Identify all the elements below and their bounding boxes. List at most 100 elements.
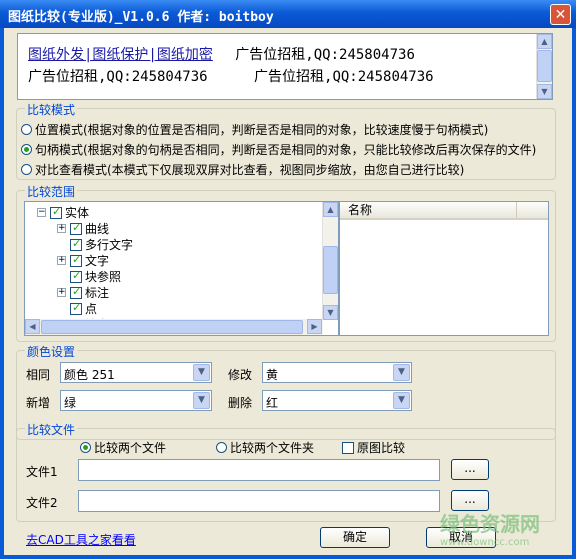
chevron-down-icon[interactable]: ▼ bbox=[193, 364, 210, 381]
file1-input[interactable] bbox=[78, 459, 440, 481]
delete-color-value: 红 bbox=[266, 396, 279, 410]
tree-vscrollbar[interactable]: ▲ ▼ bbox=[322, 202, 338, 320]
radio-two-folders[interactable] bbox=[216, 442, 227, 453]
chevron-down-icon[interactable]: ▼ bbox=[193, 392, 210, 409]
delete-label: 删除 bbox=[228, 396, 253, 410]
window-title: 图纸比较(专业版)_V1.0.6 作者: boitboy bbox=[8, 10, 274, 25]
mode-handle-label: 句柄模式(根据对象的句柄是否相同，判断是否是相同的对象，只能比较修改后再次保存的… bbox=[35, 143, 537, 157]
tree-node-label: 曲线 bbox=[85, 222, 110, 236]
tree-node-label: 块参照 bbox=[85, 270, 122, 284]
tree-node-label: 多行文字 bbox=[85, 238, 134, 252]
scroll-left-icon[interactable]: ◀ bbox=[25, 319, 40, 334]
radio-handle[interactable] bbox=[21, 144, 32, 155]
entity-tree[interactable]: − 实体 + 曲线 多行文字 + 文字 块参照 bbox=[24, 201, 339, 336]
scroll-thumb[interactable] bbox=[537, 50, 552, 82]
collapse-icon[interactable]: − bbox=[37, 208, 46, 217]
add-color-select[interactable]: 绿 ▼ bbox=[60, 390, 212, 411]
mode-position-option[interactable]: 位置模式(根据对象的位置是否相同，判断是否是相同的对象，比较速度慢于句柄模式) bbox=[21, 121, 488, 138]
tree-node-label: 点 bbox=[85, 302, 98, 316]
chevron-down-icon[interactable]: ▼ bbox=[393, 392, 410, 409]
mode-view-option[interactable]: 对比查看模式(本模式下仅展现双屏对比查看，视图同步缩放，由您自己进行比较) bbox=[21, 161, 464, 178]
expand-icon[interactable]: + bbox=[57, 224, 66, 233]
file1-label: 文件1 bbox=[26, 465, 58, 479]
two-folders-label: 比较两个文件夹 bbox=[230, 441, 315, 455]
tree-node-label: 文字 bbox=[85, 254, 110, 268]
scroll-down-icon[interactable]: ▼ bbox=[323, 305, 338, 320]
expand-icon[interactable]: + bbox=[57, 288, 66, 297]
title-bar[interactable]: 图纸比较(专业版)_V1.0.6 作者: boitboy ✕ bbox=[0, 0, 576, 28]
ad-scrollbar[interactable]: ▲ ▼ bbox=[536, 34, 552, 99]
tree-node-text[interactable]: + 文字 bbox=[57, 252, 109, 269]
watermark-line-1: 绿色资源网 bbox=[440, 512, 540, 536]
ad-text-2: 广告位招租,QQ:245804736 bbox=[28, 69, 208, 85]
checkbox-text[interactable] bbox=[70, 253, 82, 267]
checkbox-point[interactable] bbox=[70, 301, 82, 315]
radio-two-files[interactable] bbox=[80, 442, 91, 453]
name-list[interactable]: 名称 bbox=[339, 201, 549, 336]
file1-browse-button[interactable]: ... bbox=[451, 459, 489, 480]
main-window: 图纸比较(专业版)_V1.0.6 作者: boitboy ✕ 图纸外发|图纸保护… bbox=[0, 0, 576, 559]
mode-handle-option[interactable]: 句柄模式(根据对象的句柄是否相同，判断是否是相同的对象，只能比较修改后再次保存的… bbox=[21, 141, 536, 158]
modify-label: 修改 bbox=[228, 368, 253, 382]
tree-node-mtext[interactable]: 多行文字 bbox=[70, 236, 133, 253]
checkbox-curve[interactable] bbox=[70, 221, 82, 235]
add-color-value: 绿 bbox=[64, 396, 77, 410]
scroll-thumb[interactable] bbox=[323, 246, 338, 294]
checkbox-blockref[interactable] bbox=[70, 269, 82, 283]
original-compare-option[interactable]: 原图比较 bbox=[342, 439, 405, 456]
compare-range-title: 比较范围 bbox=[25, 183, 78, 200]
compare-files-title: 比较文件 bbox=[25, 421, 78, 438]
close-button[interactable]: ✕ bbox=[550, 4, 571, 25]
delete-color-select[interactable]: 红 ▼ bbox=[262, 390, 412, 411]
modify-color-select[interactable]: 黄 ▼ bbox=[262, 362, 412, 383]
same-color-select[interactable]: 颜色 251 ▼ bbox=[60, 362, 212, 383]
same-label: 相同 bbox=[26, 368, 51, 382]
ad-text-1: 广告位招租,QQ:245804736 bbox=[235, 47, 415, 63]
file2-input[interactable] bbox=[78, 490, 440, 512]
checkbox-mtext[interactable] bbox=[70, 237, 82, 251]
tree-node-point[interactable]: 点 bbox=[70, 300, 97, 317]
scroll-thumb[interactable] bbox=[41, 320, 303, 334]
file2-label: 文件2 bbox=[26, 496, 58, 510]
original-compare-label: 原图比较 bbox=[357, 441, 406, 455]
scroll-up-icon[interactable]: ▲ bbox=[323, 202, 338, 217]
tree-node-label: 实体 bbox=[65, 206, 90, 220]
column-name[interactable]: 名称 bbox=[340, 202, 517, 218]
checkbox-dimension[interactable] bbox=[70, 285, 82, 299]
two-folders-option[interactable]: 比较两个文件夹 bbox=[216, 439, 314, 456]
mode-position-label: 位置模式(根据对象的位置是否相同，判断是否是相同的对象，比较速度慢于句柄模式) bbox=[35, 123, 489, 137]
watermark-line-2: www.downcc.com bbox=[440, 537, 530, 548]
cad-tools-link[interactable]: 去CAD工具之家看看 bbox=[26, 531, 136, 548]
ad-box: 图纸外发|图纸保护|图纸加密 广告位招租,QQ:245804736 广告位招租,… bbox=[17, 33, 553, 100]
chevron-down-icon[interactable]: ▼ bbox=[393, 364, 410, 381]
tree-node-curve[interactable]: + 曲线 bbox=[57, 220, 109, 237]
tree-hscrollbar[interactable]: ◀ ▶ bbox=[25, 319, 323, 335]
scroll-down-icon[interactable]: ▼ bbox=[537, 84, 552, 99]
watermark: 绿色资源网 www.downcc.com bbox=[440, 508, 568, 548]
compare-mode-group: 比较模式 位置模式(根据对象的位置是否相同，判断是否是相同的对象，比较速度慢于句… bbox=[16, 101, 556, 180]
ad-text-3: 广告位招租,QQ:245804736 bbox=[254, 69, 434, 85]
ok-button[interactable]: 确定 bbox=[320, 527, 390, 548]
tree-node-blockref[interactable]: 块参照 bbox=[70, 268, 121, 285]
tree-node-label: 标注 bbox=[85, 286, 110, 300]
expand-icon[interactable]: + bbox=[57, 256, 66, 265]
tree-node-dimension[interactable]: + 标注 bbox=[57, 284, 109, 301]
compare-mode-title: 比较模式 bbox=[25, 101, 78, 118]
radio-view[interactable] bbox=[21, 164, 32, 175]
ad-links[interactable]: 图纸外发|图纸保护|图纸加密 bbox=[28, 47, 213, 63]
radio-position[interactable] bbox=[21, 124, 32, 135]
checkbox-original-compare[interactable] bbox=[342, 441, 354, 454]
ad-line-2: 广告位招租,QQ:245804736 广告位招租,QQ:245804736 bbox=[28, 66, 434, 86]
color-settings-title: 颜色设置 bbox=[25, 343, 78, 360]
list-header: 名称 bbox=[340, 202, 548, 220]
tree-node-root[interactable]: − 实体 bbox=[37, 204, 89, 221]
client-area: 图纸外发|图纸保护|图纸加密 广告位招租,QQ:245804736 广告位招租,… bbox=[4, 28, 572, 555]
two-files-option[interactable]: 比较两个文件 bbox=[80, 439, 166, 456]
scroll-up-icon[interactable]: ▲ bbox=[537, 34, 552, 49]
same-color-value: 颜色 251 bbox=[64, 368, 115, 382]
checkbox-root[interactable] bbox=[50, 205, 62, 219]
two-files-label: 比较两个文件 bbox=[94, 441, 167, 455]
add-label: 新增 bbox=[26, 396, 51, 410]
modify-color-value: 黄 bbox=[266, 368, 279, 382]
scroll-right-icon[interactable]: ▶ bbox=[307, 319, 322, 334]
